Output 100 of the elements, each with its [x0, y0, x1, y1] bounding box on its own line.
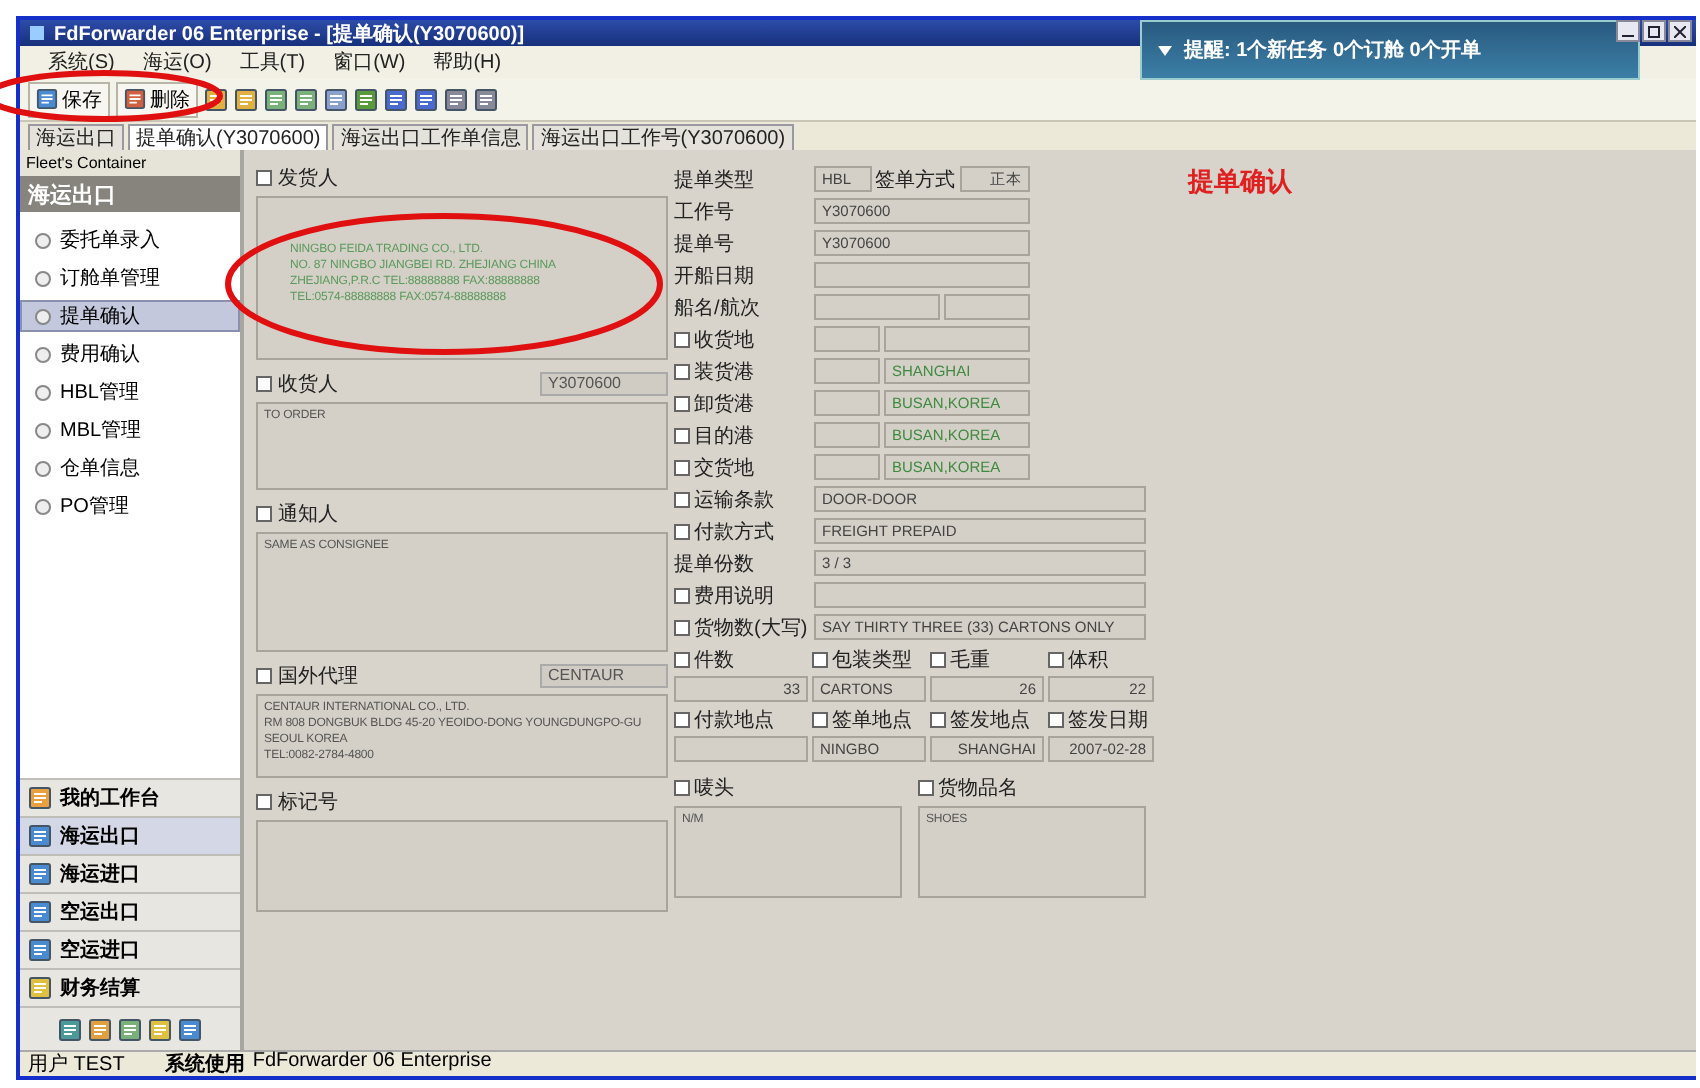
- checkbox[interactable]: [674, 619, 690, 635]
- toolbar-icon[interactable]: [474, 87, 498, 111]
- document-icon[interactable]: [124, 88, 146, 110]
- nav-group[interactable]: 空运出口: [20, 892, 240, 930]
- tab[interactable]: 提单确认(Y3070600): [128, 124, 329, 150]
- tab[interactable]: 海运出口工作单信息: [332, 124, 529, 150]
- nav-group[interactable]: 海运进口: [20, 854, 240, 892]
- menu-item[interactable]: 帮助(H): [433, 48, 502, 76]
- code-field[interactable]: CENTAUR: [540, 664, 668, 688]
- text-field[interactable]: [944, 294, 1030, 320]
- field-label: 付款地点: [694, 707, 774, 733]
- field-label: 船名/航次: [674, 295, 760, 321]
- maximize-button[interactable]: [1642, 20, 1666, 42]
- field-label: 签发日期: [1068, 707, 1148, 733]
- nav-group[interactable]: 空运进口: [20, 930, 240, 968]
- radio-icon: [34, 497, 52, 515]
- toolbar-icon[interactable]: [324, 87, 348, 111]
- sidebar-item[interactable]: 仓单信息: [20, 452, 240, 484]
- checkbox[interactable]: [256, 794, 272, 810]
- sidebar-item[interactable]: MBL管理: [20, 414, 240, 446]
- checkbox[interactable]: [1048, 711, 1064, 727]
- shortcut-icon[interactable]: [148, 1017, 172, 1041]
- radio-icon: [34, 231, 52, 249]
- minimize-button[interactable]: [1616, 20, 1640, 42]
- document-icon[interactable]: [36, 88, 58, 110]
- shortcut-icon[interactable]: [118, 1017, 142, 1041]
- checkbox[interactable]: [674, 427, 690, 443]
- field-label: 包装类型: [832, 647, 912, 673]
- notification-text: 提醒: 1个新任务 0个订舱 0个开单: [1184, 36, 1481, 64]
- status-user: 用户 TEST: [28, 1051, 125, 1078]
- field-label: 工作号: [674, 199, 734, 225]
- shortcut-icon[interactable]: [58, 1017, 82, 1041]
- checkbox[interactable]: [674, 587, 690, 603]
- text-field[interactable]: [814, 326, 880, 352]
- field-label: 国外代理: [278, 664, 358, 690]
- checkbox[interactable]: [674, 523, 690, 539]
- sidebar-item[interactable]: 提单确认: [20, 300, 240, 332]
- checkbox[interactable]: [674, 395, 690, 411]
- checkbox[interactable]: [812, 711, 828, 727]
- tab[interactable]: 海运出口: [28, 124, 124, 150]
- shortcut-icon[interactable]: [178, 1017, 202, 1041]
- shortcut-icon[interactable]: [88, 1017, 112, 1041]
- toolbar-icon[interactable]: [294, 87, 318, 111]
- checkbox[interactable]: [674, 779, 690, 795]
- checkbox[interactable]: [674, 331, 690, 347]
- text-field[interactable]: [814, 422, 880, 448]
- checkbox[interactable]: [930, 651, 946, 667]
- nav-group[interactable]: 财务结算: [20, 968, 240, 1006]
- tab[interactable]: 海运出口工作号(Y3070600): [532, 124, 794, 150]
- text-field[interactable]: [674, 736, 808, 762]
- radio-icon: [34, 459, 52, 477]
- nav-group[interactable]: 我的工作台: [20, 778, 240, 816]
- form-title: 提单确认: [1188, 164, 1292, 200]
- text-field[interactable]: [814, 294, 941, 320]
- text-field[interactable]: [814, 358, 880, 384]
- sidebar-item[interactable]: 订舱单管理: [20, 262, 240, 294]
- text-field[interactable]: [814, 582, 1146, 608]
- text-field[interactable]: [814, 262, 1030, 288]
- sidebar-item[interactable]: 费用确认: [20, 338, 240, 370]
- status-label: 系统使用: [164, 1051, 245, 1078]
- field-label: 签发地点: [950, 707, 1030, 733]
- close-button[interactable]: [1668, 20, 1692, 42]
- text-field[interactable]: [814, 390, 880, 416]
- toolbar-icon[interactable]: [384, 87, 408, 111]
- menu-item[interactable]: 海运(O): [142, 48, 212, 76]
- sidebar-item[interactable]: HBL管理: [20, 376, 240, 408]
- checkbox[interactable]: [930, 711, 946, 727]
- checkbox[interactable]: [918, 779, 934, 795]
- checkbox[interactable]: [1048, 651, 1064, 667]
- checkbox[interactable]: [674, 711, 690, 727]
- checkbox[interactable]: [256, 170, 272, 186]
- text-field[interactable]: [814, 454, 880, 480]
- panel-header: Fleet's Container: [20, 150, 240, 176]
- checkbox[interactable]: [674, 651, 690, 667]
- field-label: 提单号: [674, 231, 734, 257]
- checkbox[interactable]: [812, 651, 828, 667]
- field-label: 体积: [1068, 647, 1108, 673]
- toolbar-icon[interactable]: [354, 87, 378, 111]
- radio-icon: [34, 383, 52, 401]
- text-field[interactable]: [884, 326, 1030, 352]
- toolbar-icon[interactable]: [264, 87, 288, 111]
- checkbox[interactable]: [256, 506, 272, 522]
- sidebar-item[interactable]: 委托单录入: [20, 224, 240, 256]
- checkbox[interactable]: [674, 363, 690, 379]
- save-button[interactable]: 保存: [28, 81, 110, 117]
- sidebar-item[interactable]: PO管理: [20, 490, 240, 522]
- nav-group[interactable]: 海运出口: [20, 816, 240, 854]
- code-field[interactable]: Y3070600: [540, 372, 668, 396]
- toolbar-icon[interactable]: [444, 87, 468, 111]
- checkbox[interactable]: [674, 459, 690, 475]
- field-label: 发货人: [278, 166, 338, 192]
- checkbox[interactable]: [256, 668, 272, 684]
- menu-item[interactable]: 窗口(W): [333, 48, 406, 76]
- checkbox[interactable]: [256, 376, 272, 392]
- menu-item[interactable]: 系统(S): [48, 48, 115, 76]
- toolbar-icon[interactable]: [414, 87, 438, 111]
- checkbox[interactable]: [674, 491, 690, 507]
- toolbar-icon[interactable]: [234, 87, 258, 111]
- notification-popup[interactable]: 提醒: 1个新任务 0个订舱 0个开单: [1140, 20, 1640, 80]
- menu-item[interactable]: 工具(T): [239, 48, 306, 76]
